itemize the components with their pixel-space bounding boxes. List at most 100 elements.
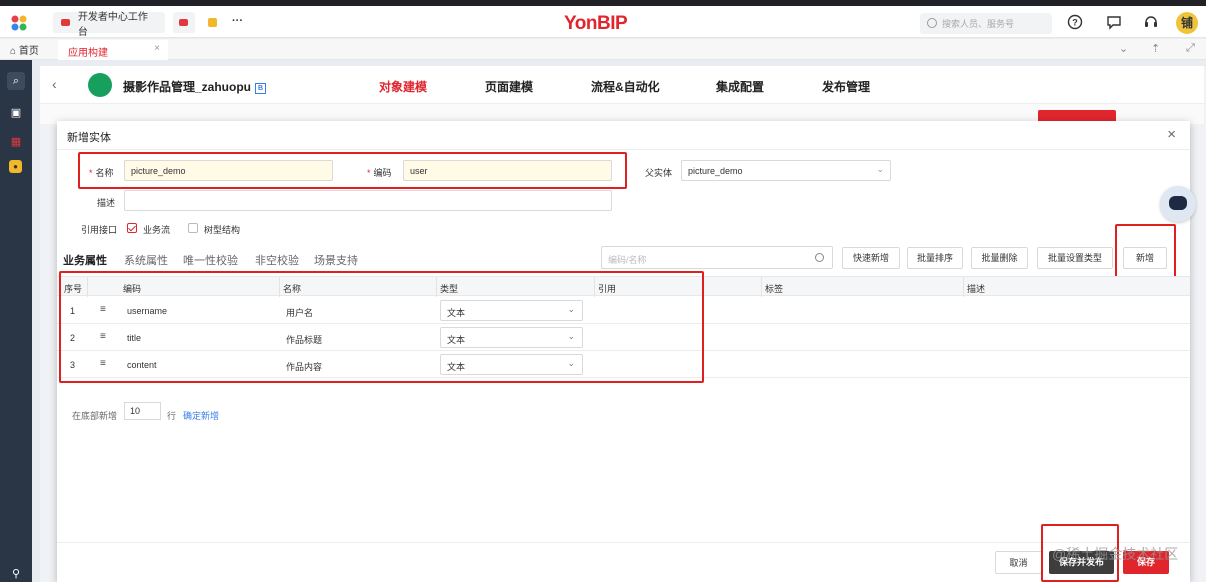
batch-set-type-button[interactable]: 批量设置类型	[1037, 247, 1113, 269]
tab-business-attributes[interactable]: 业务属性	[63, 252, 107, 268]
note-tab[interactable]	[202, 12, 224, 33]
tab-not-null-check[interactable]: 非空校验	[255, 252, 299, 268]
row-no: 3	[70, 360, 76, 370]
recent-app-tab[interactable]	[173, 12, 195, 33]
app-launcher-icon[interactable]	[10, 14, 28, 32]
tab-scene-support[interactable]: 场景支持	[314, 252, 358, 268]
name-label-text: 名称	[95, 168, 114, 178]
app-badge: B	[255, 83, 266, 94]
table-row[interactable]: 1 ≡ username 用户名 文本 ⌄	[57, 297, 1190, 324]
row-type-value: 文本	[447, 362, 466, 372]
menu-process-automation[interactable]: 流程&自动化	[591, 78, 660, 95]
message-icon[interactable]	[1105, 14, 1123, 32]
support-headset-icon[interactable]	[1142, 14, 1160, 32]
batch-sort-button[interactable]: 批量排序	[907, 247, 963, 269]
menu-integration-config[interactable]: 集成配置	[716, 78, 764, 95]
menu-object-modeling[interactable]: 对象建模	[379, 78, 427, 95]
note-icon	[208, 18, 217, 27]
drag-handle-icon[interactable]: ≡	[100, 358, 106, 369]
close-tab-icon[interactable]: ×	[154, 43, 160, 54]
row-name: 作品标题	[286, 335, 323, 345]
assistant-robot-icon[interactable]	[1160, 186, 1196, 222]
chevron-down-icon: ⌄	[876, 164, 884, 174]
row-type-select[interactable]: 文本 ⌄	[440, 354, 583, 375]
menu-page-modeling[interactable]: 页面建模	[485, 78, 533, 95]
dialog-title: 新增实体	[67, 132, 111, 144]
folder-icon[interactable]: ▣	[7, 104, 25, 122]
add-button[interactable]: 新增	[1123, 247, 1167, 269]
tab-app-build[interactable]: 应用构建 ×	[58, 40, 168, 60]
back-icon[interactable]: ‹	[52, 76, 57, 92]
col-type: 类型	[440, 284, 459, 294]
parent-entity-label: 父实体	[645, 168, 673, 178]
description-input[interactable]	[124, 190, 612, 211]
business-flow-checkbox[interactable]	[127, 223, 137, 233]
app-title: 摄影作品管理_zahuopu B	[123, 78, 266, 95]
search-placeholder: 搜索人员、服务号	[942, 19, 1015, 29]
business-flow-label: 业务流	[143, 225, 171, 235]
app-header: ‹ 摄影作品管理_zahuopu B 对象建模 页面建模 流程&自动化 集成配置 …	[40, 66, 1204, 104]
help-icon[interactable]: ?	[1066, 14, 1084, 32]
confirm-add-link[interactable]: 确定新增	[183, 409, 219, 422]
row-type-value: 文本	[447, 308, 466, 318]
row-name: 用户名	[286, 308, 314, 318]
drag-handle-icon[interactable]: ≡	[100, 331, 106, 342]
bottom-add-label: 在底部新增	[72, 411, 118, 421]
search-icon	[927, 18, 937, 28]
col-no: 序号	[64, 284, 83, 294]
attribute-search-input[interactable]: 编码/名称	[601, 246, 833, 269]
col-reference: 引用	[598, 284, 617, 294]
row-no: 2	[70, 333, 76, 343]
page-tabs-bar: ⌂ 首页 应用构建 × ⌄ ⇡ ⤢	[0, 39, 1206, 60]
tab-unique-check[interactable]: 唯一性校验	[183, 252, 238, 268]
required-mark: *	[89, 168, 93, 178]
code-input[interactable]: user	[403, 160, 612, 181]
col-name: 名称	[283, 284, 302, 294]
close-icon[interactable]: ×	[1167, 126, 1176, 143]
name-label: * 名称	[89, 166, 114, 179]
new-entity-dialog: 新增实体 × * 名称 picture_demo * 编码 user 父实体 pic…	[57, 121, 1190, 582]
batch-delete-button[interactable]: 批量删除	[971, 247, 1028, 269]
chevron-down-icon: ⌄	[567, 358, 575, 368]
col-tag: 标签	[765, 284, 784, 294]
search-icon[interactable]: ⌕	[7, 72, 25, 90]
grid-app-icon[interactable]: ▦	[7, 133, 25, 151]
parent-entity-select[interactable]: picture_demo ⌄	[681, 160, 891, 181]
tab-system-attributes[interactable]: 系统属性	[124, 252, 168, 268]
cancel-button[interactable]: 取消	[995, 551, 1042, 574]
drag-handle-icon[interactable]: ≡	[100, 304, 106, 315]
row-no: 1	[70, 306, 76, 316]
table-row[interactable]: 3 ≡ content 作品内容 文本 ⌄	[57, 351, 1190, 378]
quick-add-button[interactable]: 快速新增	[842, 247, 900, 269]
bottom-add-count-input[interactable]: 10	[124, 402, 161, 420]
description-label: 描述	[97, 198, 116, 208]
col-divider	[279, 277, 280, 297]
dialog-divider	[57, 149, 1190, 150]
row-code: title	[127, 333, 142, 343]
home-tab-label: 首页	[18, 46, 39, 57]
app-icon	[61, 19, 70, 26]
table-row[interactable]: 2 ≡ title 作品标题 文本 ⌄	[57, 324, 1190, 351]
person-icon[interactable]: ⚲	[7, 565, 25, 582]
tree-structure-checkbox[interactable]	[188, 223, 198, 233]
row-type-select[interactable]: 文本 ⌄	[440, 300, 583, 321]
col-code: 编码	[123, 284, 142, 294]
workspace-tab[interactable]: 开发者中心工作台	[53, 12, 165, 38]
more-menu[interactable]: ···	[232, 15, 243, 27]
watermark: @稀土掘金技术社区	[1052, 546, 1179, 562]
row-name: 作品内容	[286, 362, 323, 372]
notice-icon[interactable]: ●	[9, 160, 22, 173]
fullscreen-icon[interactable]: ⤢	[1186, 42, 1195, 55]
name-input[interactable]: picture_demo	[124, 160, 333, 181]
global-search-input[interactable]: 搜索人员、服务号	[920, 13, 1052, 34]
col-divider	[594, 277, 595, 297]
user-avatar[interactable]: 铺	[1176, 12, 1198, 34]
row-code: content	[127, 360, 157, 370]
home-tab[interactable]: ⌂ 首页	[10, 42, 39, 57]
upload-icon[interactable]: ⇡	[1151, 42, 1160, 55]
menu-release-management[interactable]: 发布管理	[822, 78, 870, 95]
chevron-down-icon: ⌄	[567, 331, 575, 341]
row-type-select[interactable]: 文本 ⌄	[440, 327, 583, 348]
bottom-add-unit: 行	[167, 411, 177, 421]
chevron-down-icon[interactable]: ⌄	[1119, 42, 1128, 55]
